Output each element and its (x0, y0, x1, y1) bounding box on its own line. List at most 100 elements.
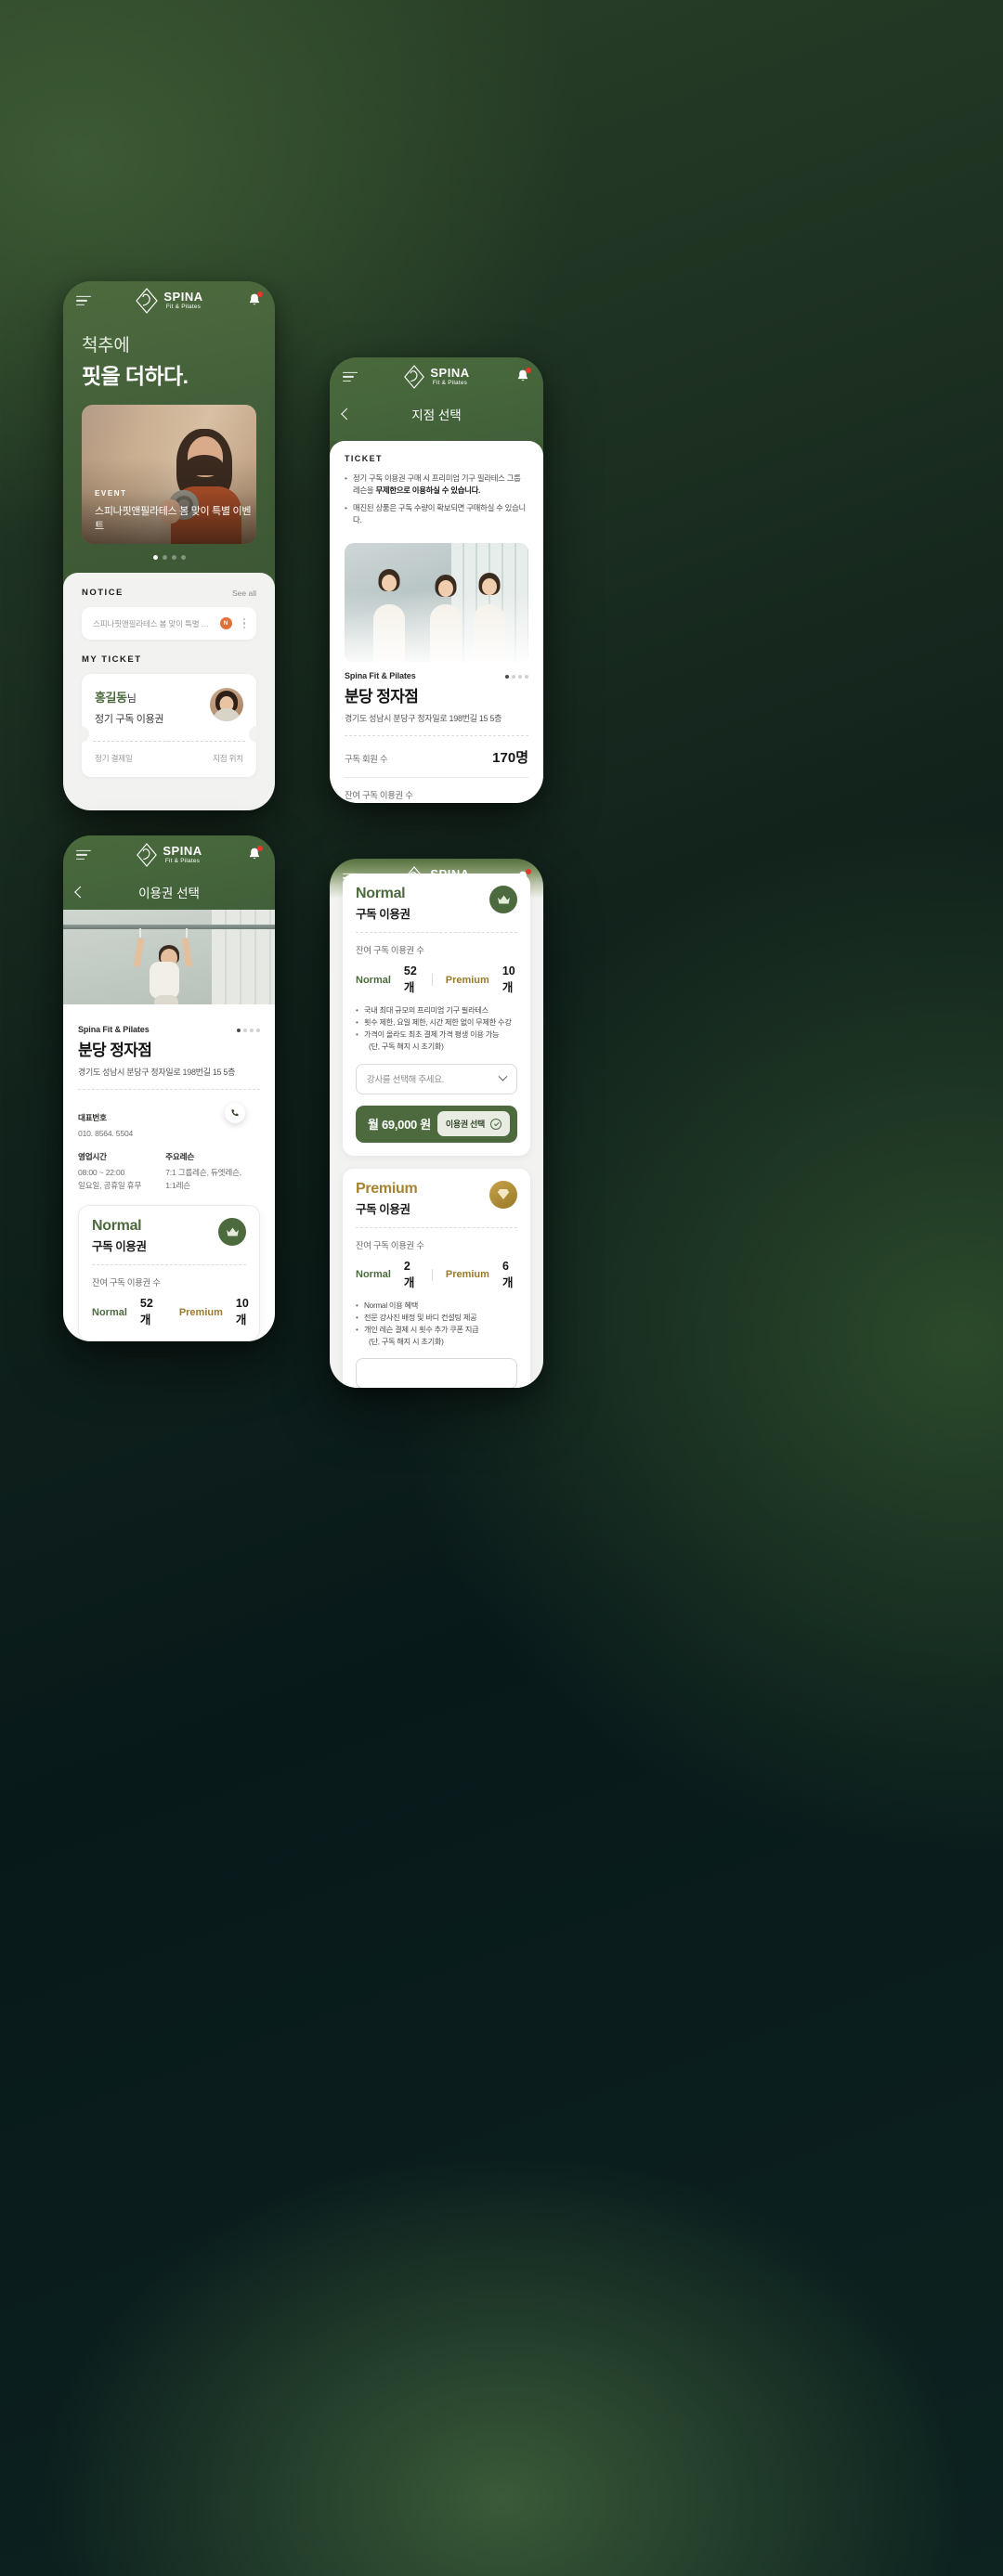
normal-label: Normal (356, 1269, 391, 1280)
hours-and-lessons: 영업시간 08:00 ~ 22:00 일요일, 공휴일 휴무 주요레슨 7:1 … (78, 1151, 260, 1192)
carousel-dots[interactable] (63, 555, 275, 560)
more-options-icon[interactable] (240, 617, 245, 629)
divider-dashed (356, 1226, 517, 1228)
spina-diamond-icon (404, 365, 425, 389)
carousel-dot[interactable] (180, 555, 186, 560)
lessons-line-1: 7:1 그룹레슨, 듀엣레슨, (165, 1168, 241, 1178)
brand-logo: SPINA Fit & Pilates (403, 865, 469, 891)
branch-photo (345, 543, 528, 663)
photo-dot[interactable] (256, 1029, 260, 1033)
photo-dot[interactable] (505, 675, 509, 680)
remaining-label: 잔여 구독 이용권 수 (92, 1277, 161, 1288)
price-bar: 월 69,000 원 이용권 선택 (356, 1105, 517, 1143)
notice-item[interactable]: 스피나핏앤필라테스 봄 맞이 특별 이벤트 N (82, 607, 256, 640)
instructor-select[interactable] (356, 1358, 517, 1388)
contact-value: 010. 8564. 5504 (78, 1129, 134, 1139)
menu-icon[interactable] (343, 873, 358, 884)
back-arrow-icon[interactable] (341, 408, 353, 421)
remaining-label: 잔여 구독 이용권 수 (345, 790, 413, 801)
lessons-line-2: 1:1레슨 (165, 1181, 190, 1191)
carousel-dot[interactable] (171, 555, 176, 560)
photo-dot[interactable] (237, 1029, 241, 1033)
select-ticket-button[interactable]: 이용권 선택 (436, 1111, 510, 1136)
app-header: SPINA Fit & Pilates (330, 859, 543, 898)
home-content-sheet: NOTICE See all 스피나핏앤필라테스 봄 맞이 특별 이벤트 N M… (63, 573, 275, 810)
remaining-label: 잔여 구독 이용권 수 (356, 1239, 424, 1250)
branch-brand: Spina Fit & Pilates (78, 1025, 150, 1035)
notification-bell-icon[interactable] (515, 368, 531, 385)
notification-dot (526, 869, 531, 874)
carousel-dot[interactable] (162, 555, 167, 560)
brand-logo: SPINA Fit & Pilates (403, 364, 469, 390)
plan-card-premium[interactable]: Premium 구독 이용권 잔여 구독 이용권 수 Normal 2개 Pre… (343, 1168, 530, 1388)
sub-header: 지점 선택 (330, 396, 543, 432)
divider-dashed (92, 1264, 246, 1265)
lessons-label: 주요레슨 (165, 1152, 195, 1162)
brand-tagline: Fit & Pilates (432, 380, 468, 387)
premium-value: 10개 (502, 964, 515, 994)
normal-value: 2개 (403, 1259, 415, 1289)
branch-brand: Spina Fit & Pilates (345, 671, 416, 681)
plan-title: Premium (356, 1180, 418, 1197)
notification-bell-icon[interactable] (515, 869, 531, 887)
ticket-user-name: 홍길동님 (95, 688, 163, 705)
hero-line-2: 핏을 더하다. (82, 364, 189, 388)
notice-new-badge: N (219, 617, 232, 629)
notice-item-text: 스피나핏앤필라테스 봄 맞이 특별 이벤트 (93, 618, 213, 628)
ticket-footer-branch-location[interactable]: 지점 위치 (213, 753, 243, 764)
remaining-row: Normal 52개 Premium 10개 (92, 1297, 249, 1327)
spina-diamond-icon (136, 288, 159, 314)
sub-header: 이용권 선택 (63, 874, 275, 910)
photo-dot[interactable] (525, 675, 528, 680)
branch-info: Spina Fit & Pilates 분당 정자점 경기도 성남시 분당구 정… (78, 1025, 260, 1078)
plan-subtitle: 구독 이용권 (356, 908, 410, 921)
crown-icon (218, 1218, 246, 1246)
notification-bell-icon[interactable] (247, 291, 263, 309)
stat-separator (432, 974, 433, 986)
plan-card-normal[interactable]: Normal 구독 이용권 잔여 구독 이용권 수 Normal 52개 Pre… (78, 1205, 260, 1341)
menu-icon[interactable] (76, 295, 91, 306)
instructor-select[interactable]: 강사를 선택해 주세요. (356, 1063, 517, 1094)
check-circle-icon (490, 1118, 502, 1130)
brand-tagline: Fit & Pilates (432, 881, 468, 888)
notification-bell-icon[interactable] (247, 846, 263, 863)
normal-value: 52개 (403, 964, 417, 994)
photo-carousel-dots[interactable] (505, 675, 528, 680)
notice-section-title: NOTICE (82, 588, 124, 598)
phone-mockup-branch-select: SPINA Fit & Pilates 지점 선택 TICKET 정기 구독 이… (330, 357, 543, 803)
feature-item: 국내 최대 규모의 프리미엄 기구 필라테스 (356, 1004, 517, 1016)
ticket-plan-name: 정기 구독 이용권 (95, 714, 164, 725)
brand-name: SPINA (430, 366, 470, 381)
normal-label: Normal (92, 1306, 127, 1318)
page-title: 이용권 선택 (138, 887, 200, 900)
feature-item: 횟수 제한, 요일 제한, 시간 제한 없이 무제한 수강 (356, 1016, 517, 1029)
hero-line-1: 척추에 (82, 336, 130, 356)
menu-icon[interactable] (76, 849, 91, 861)
divider-dashed (345, 735, 528, 737)
back-arrow-icon[interactable] (74, 886, 86, 899)
premium-label: Premium (178, 1306, 223, 1318)
studio-photo (63, 910, 275, 1005)
carousel-dot[interactable] (152, 555, 158, 560)
photo-dot[interactable] (518, 675, 522, 680)
ticket-footer-payment-date[interactable]: 정기 결제일 (95, 753, 133, 764)
feature-item: Normal 이용 혜택 (356, 1300, 517, 1312)
price-amount: 월 69,000 원 (368, 1118, 431, 1132)
photo-dot[interactable] (250, 1029, 254, 1033)
plan-card-normal[interactable]: Normal 구독 이용권 잔여 구독 이용권 수 Normal 52개 Pre… (343, 874, 530, 1156)
event-banner[interactable]: EVENT 스피나핏앤필라테스 봄 맞이 특별 이벤트 (82, 405, 256, 544)
premium-value: 6개 (502, 1259, 514, 1289)
diamond-icon (489, 1180, 517, 1209)
notification-dot (257, 846, 263, 851)
photo-dot[interactable] (512, 675, 515, 680)
photo-dot[interactable] (243, 1029, 247, 1033)
branch-info: Spina Fit & Pilates 분당 정자점 경기도 성남시 분당구 정… (345, 671, 528, 724)
my-ticket-card[interactable]: 홍길동님 정기 구독 이용권 정기 결제일 지점 위치 (81, 674, 257, 777)
menu-icon[interactable] (343, 371, 358, 382)
notice-see-all-link[interactable]: See all (232, 589, 256, 598)
branch-name: 분당 정자점 (345, 688, 419, 706)
divider-dashed (356, 932, 517, 933)
ticket-info-bullets: 정기 구독 이용권 구매 시 프리미엄 기구 필라테스 그룹 레슨을 무제한으로… (345, 472, 528, 532)
photo-carousel-dots[interactable] (237, 1029, 260, 1033)
branch-sheet: TICKET 정기 구독 이용권 구매 시 프리미엄 기구 필라테스 그룹 레슨… (330, 441, 543, 803)
